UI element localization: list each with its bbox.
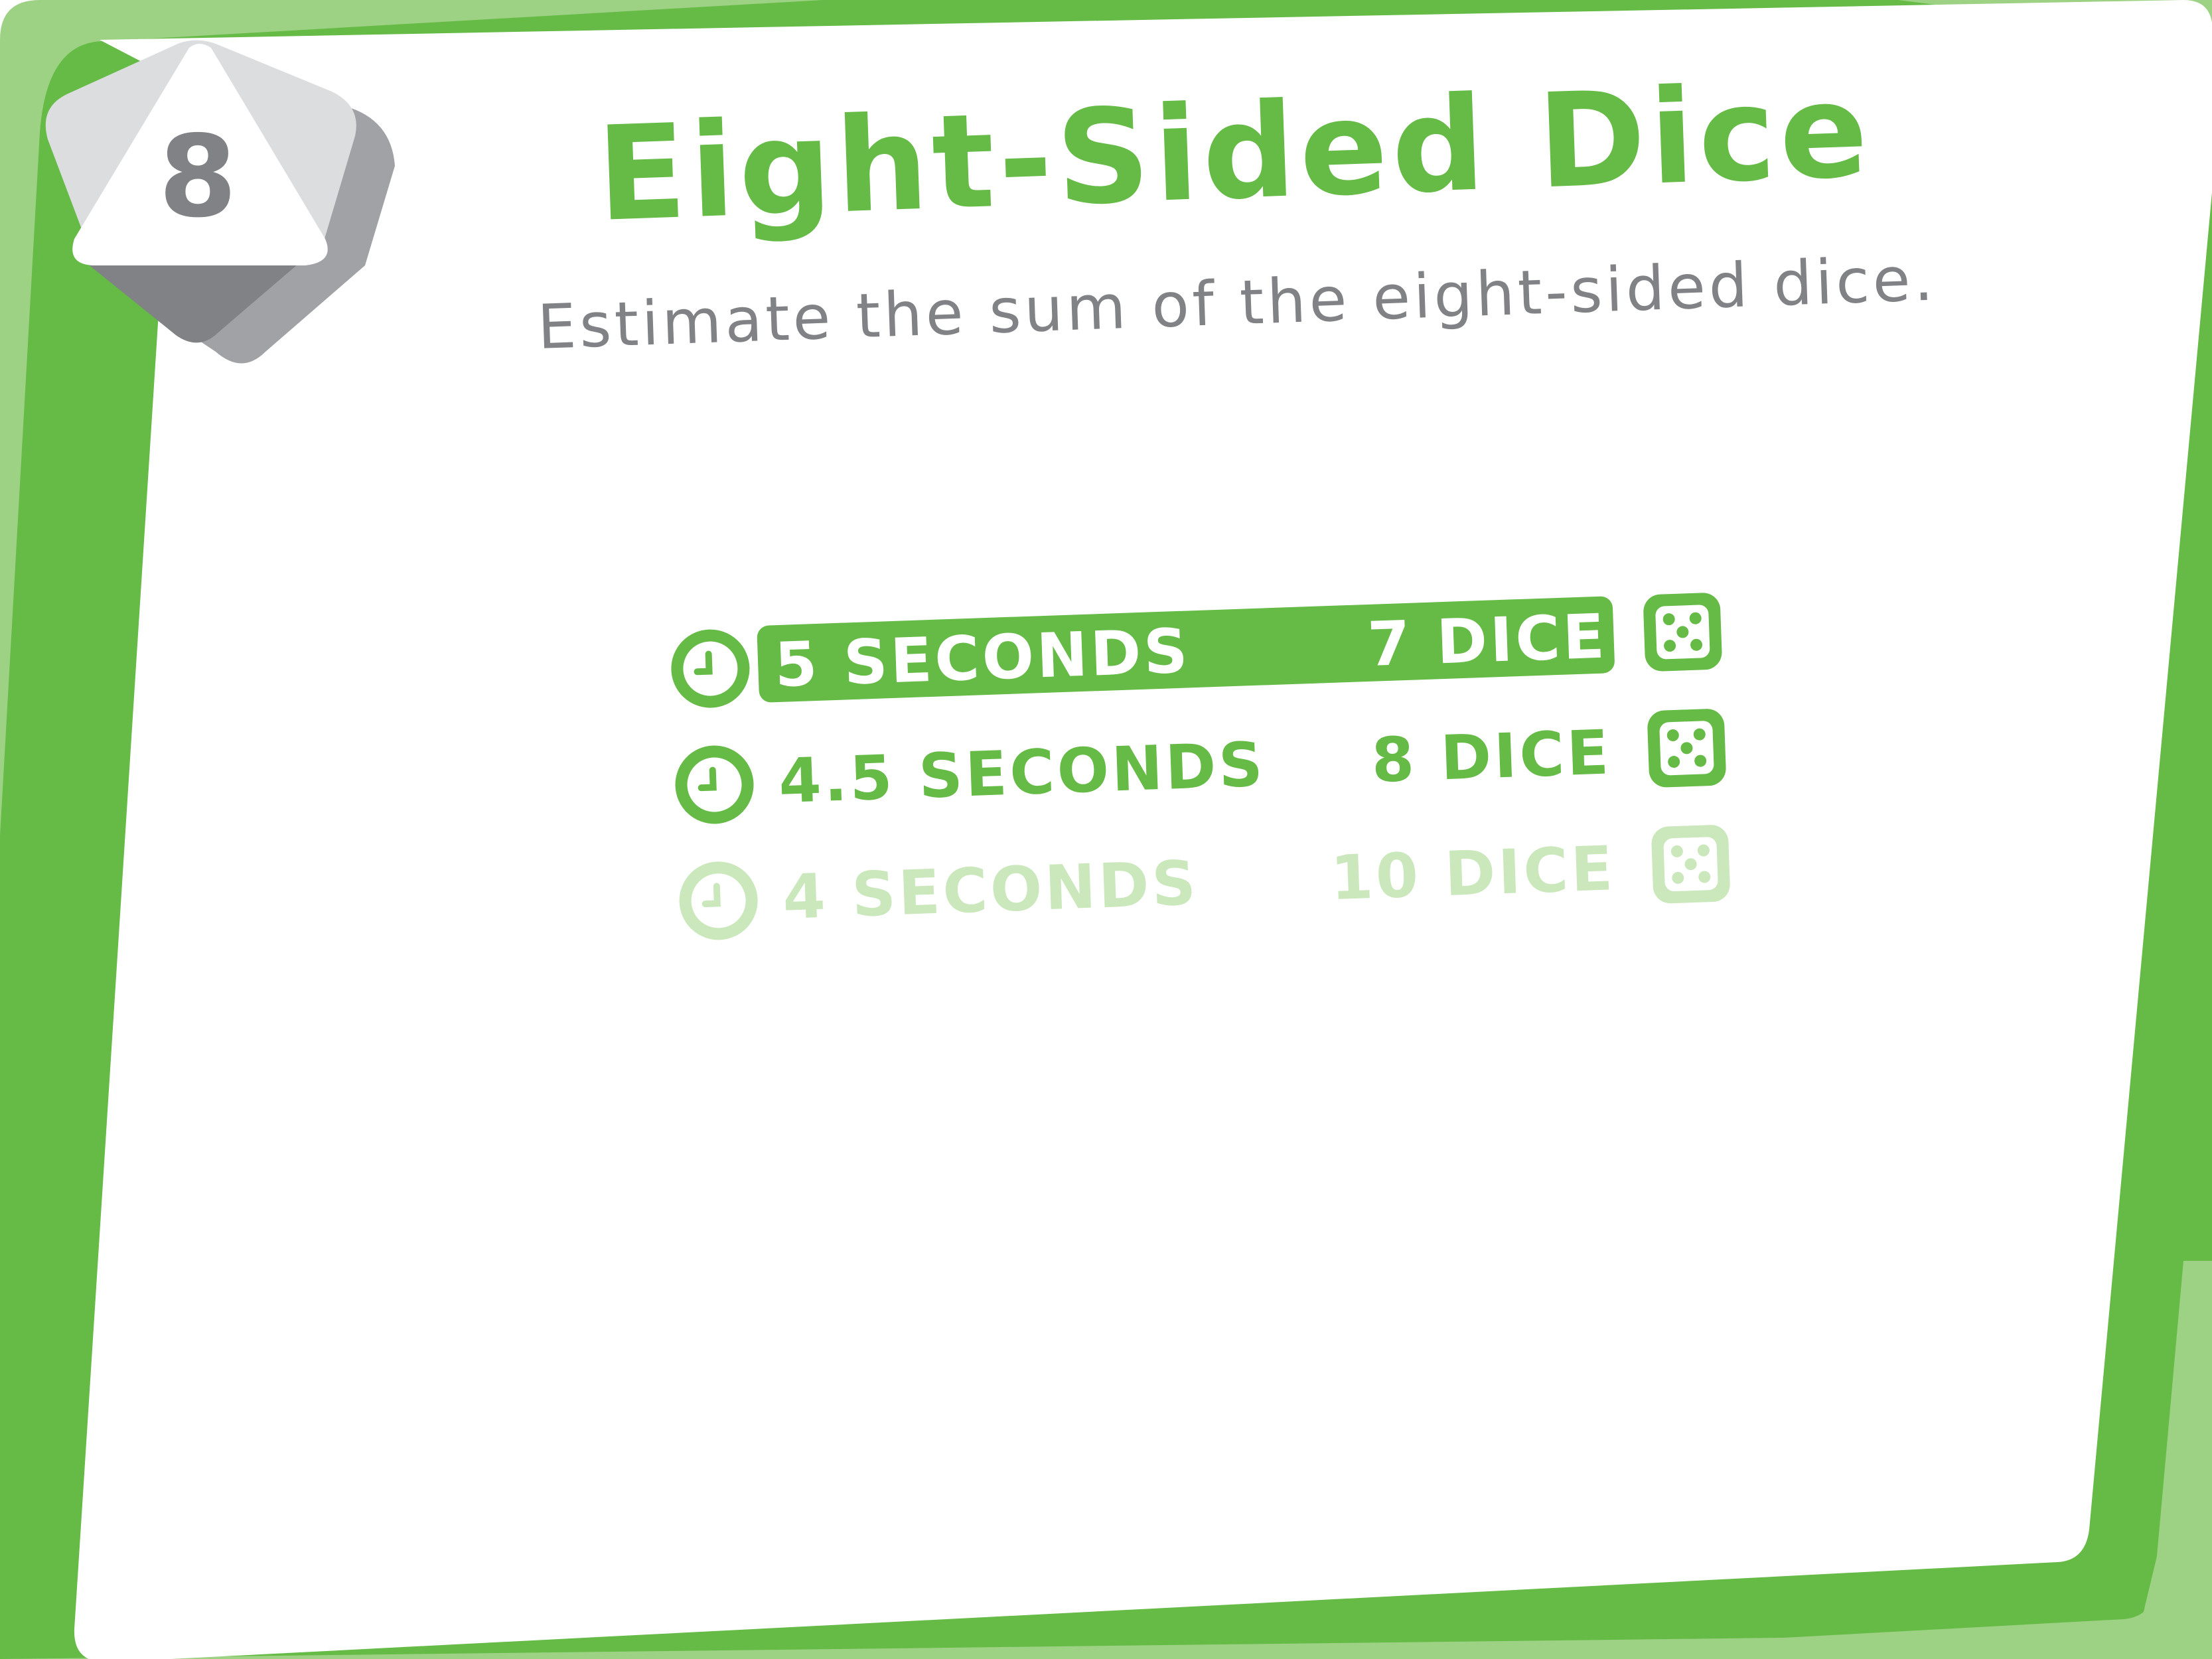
option-row-3[interactable]: 4 SECONDS 10 DICE	[672, 818, 1749, 948]
option-row-2[interactable]: 4.5 SECONDS 8 DICE	[668, 702, 1745, 832]
clock-icon	[675, 745, 754, 824]
five-pip-die-icon	[1647, 709, 1726, 788]
level-badge-number: 8	[159, 111, 237, 243]
option-dice-label: 8 DICE	[1370, 717, 1613, 796]
clock-icon	[671, 629, 750, 708]
option-dice-label: 10 DICE	[1329, 833, 1617, 914]
clock-icon	[679, 861, 758, 940]
five-pip-die-icon	[1643, 593, 1722, 672]
difficulty-options: 5 SECONDS 7 DICE 4.5 SECONDS 8 DICE 4 SE…	[664, 586, 1751, 995]
option-time-label: 4.5 SECONDS	[777, 729, 1267, 818]
option-time-label: 4 SECONDS	[781, 847, 1200, 933]
option-dice-label: 7 DICE	[1366, 601, 1609, 680]
game-card: 8 Eight-Sided Dice Estimate the sum of t…	[0, 0, 2212, 1659]
five-pip-die-icon	[1651, 825, 1730, 904]
option-time-label: 5 SECONDS	[773, 615, 1192, 701]
